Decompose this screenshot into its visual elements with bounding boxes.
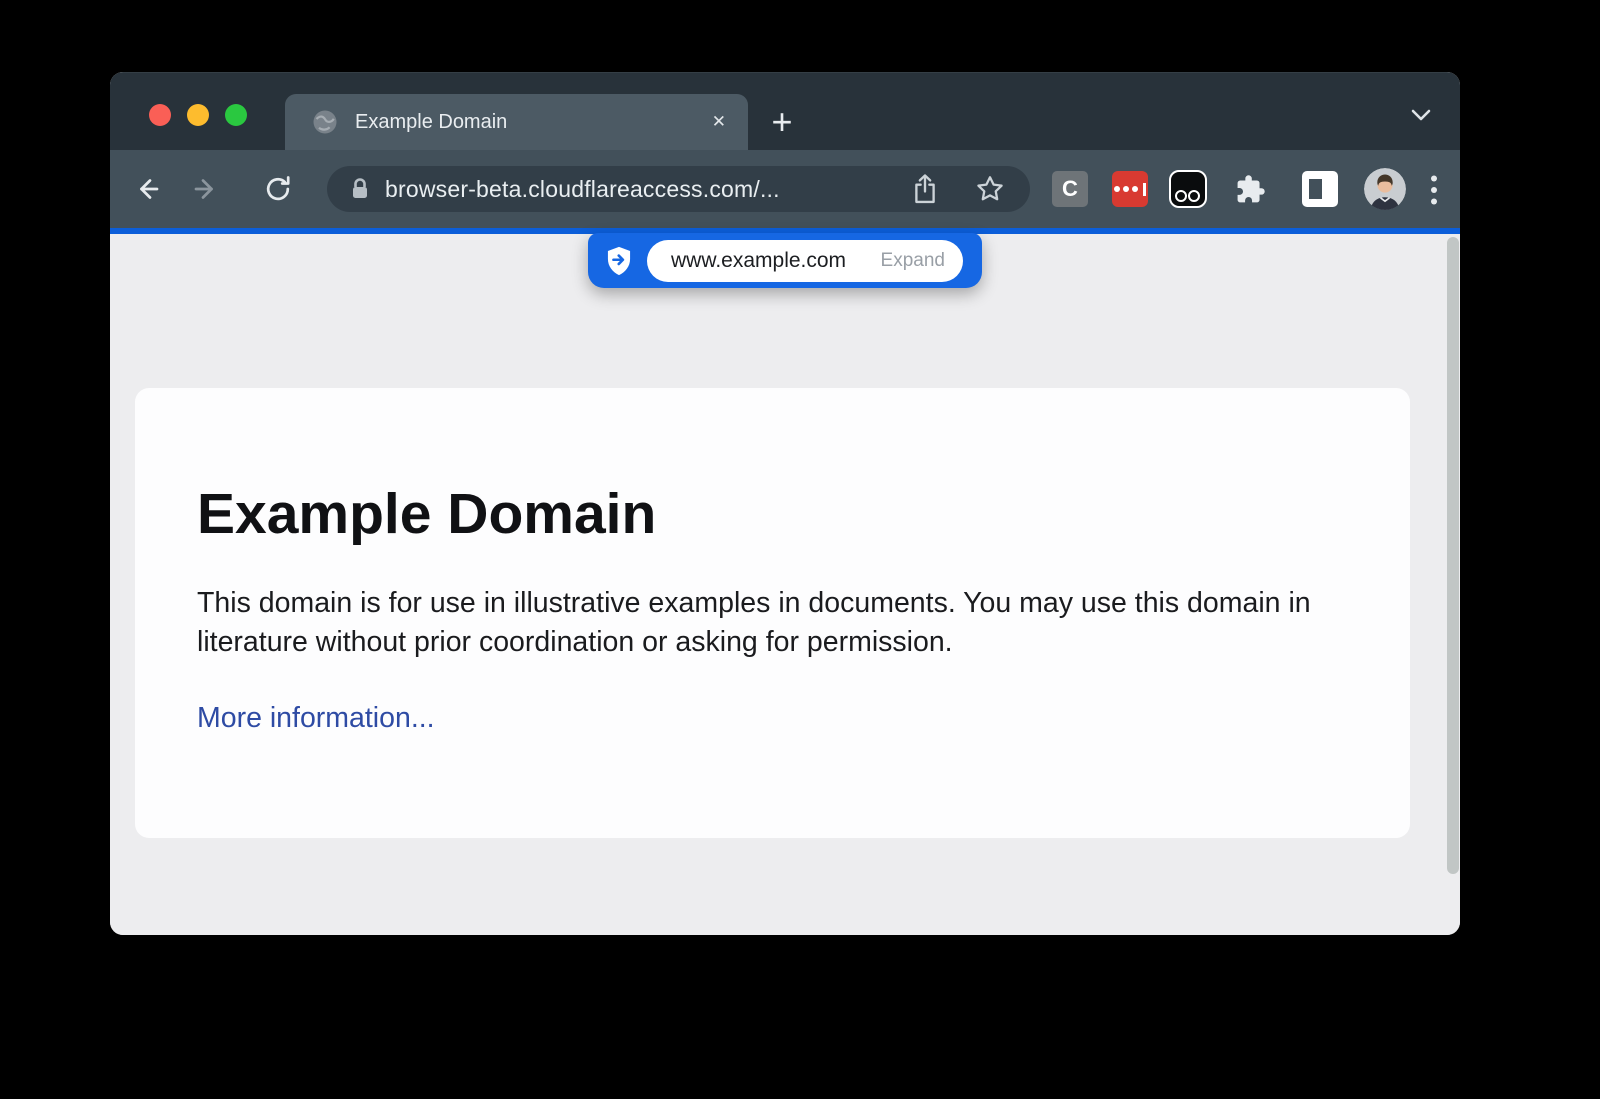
side-panel-icon [1309,179,1322,199]
page-title: Example Domain [197,481,1338,547]
tab-close-button[interactable]: ✕ [706,108,732,136]
expand-button[interactable]: Expand [881,250,945,272]
page-body-text: This domain is for use in illustrative e… [197,584,1338,661]
browser-menu-button[interactable] [1429,174,1439,211]
traffic-light-zoom[interactable] [225,104,247,126]
new-tab-button[interactable]: + [762,102,802,142]
more-information-link[interactable]: More information... [197,702,435,735]
lastpass-dots-icon [1114,183,1146,196]
tab-strip: Example Domain ✕ + [110,72,1460,150]
url-text: browser-beta.cloudflareaccess.com/... [385,176,910,203]
globe-favicon-icon [312,109,338,135]
browser-toolbar: browser-beta.cloudflareaccess.com/... C [110,150,1460,228]
extensions-puzzle-button[interactable] [1232,171,1268,207]
profile-avatar[interactable] [1364,168,1406,210]
back-button[interactable] [128,169,168,209]
extension-c-button[interactable]: C [1052,171,1088,207]
shield-arrow-icon [604,245,634,277]
kebab-menu-icon [1429,174,1439,206]
scrollbar-thumb[interactable] [1447,237,1459,874]
circle-icon [1175,190,1187,202]
side-panel-button[interactable] [1302,171,1338,207]
browser-window: Example Domain ✕ + [110,72,1460,935]
extension-password-manager-button[interactable] [1112,171,1148,207]
window-chevron-button[interactable] [1408,106,1434,129]
address-bar[interactable]: browser-beta.cloudflareaccess.com/... [327,166,1030,212]
isolated-domain-pill[interactable]: www.example.com Expand [647,240,963,282]
forward-button[interactable] [185,169,225,209]
page-viewport: www.example.com Expand Example Domain Th… [110,234,1460,935]
reload-button[interactable] [258,169,298,209]
puzzle-icon [1235,174,1266,205]
share-icon[interactable] [910,173,940,205]
desktop-background: { "colors": { "accent-blue": "#0c5ed9", … [0,0,1600,1099]
bookmark-star-icon[interactable] [974,173,1006,205]
lock-icon [349,177,371,201]
isolated-domain-text: www.example.com [671,249,846,273]
page-card: Example Domain This domain is for use in… [135,388,1410,838]
tab-title: Example Domain [355,111,706,134]
extension-two-circles-button[interactable] [1169,170,1207,208]
traffic-light-minimize[interactable] [187,104,209,126]
isolation-banner: www.example.com Expand [588,233,982,288]
avatar-photo [1364,168,1406,210]
tab-example-domain[interactable]: Example Domain ✕ [285,94,748,150]
circle-icon [1188,190,1200,202]
traffic-light-close[interactable] [149,104,171,126]
